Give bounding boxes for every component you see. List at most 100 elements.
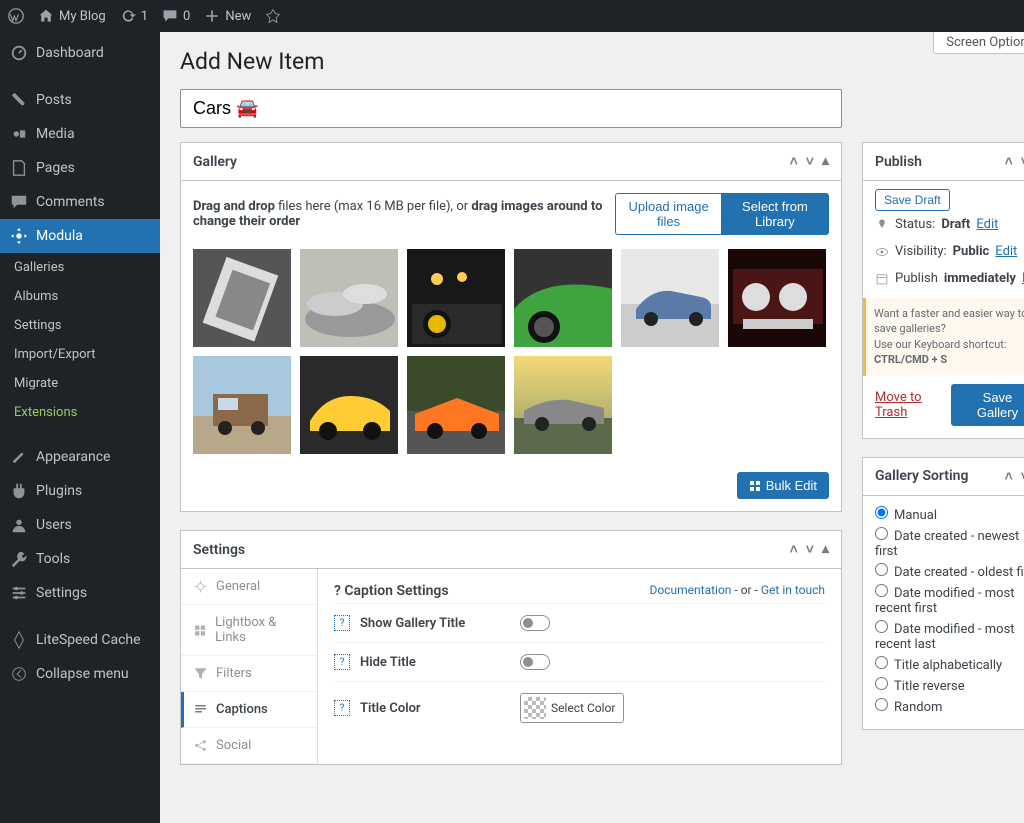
save-gallery-button[interactable]: Save Gallery	[951, 384, 1024, 426]
caret-up-icon[interactable]: ▴	[822, 153, 829, 170]
show-title-toggle[interactable]	[520, 615, 550, 631]
select-library-button[interactable]: Select from Library	[722, 193, 829, 235]
gallery-thumb[interactable]	[300, 249, 398, 347]
get-in-touch-link[interactable]: Get in touch	[761, 583, 825, 597]
bulk-edit-button[interactable]: Bulk Edit	[737, 472, 829, 499]
calendar-icon	[875, 272, 889, 286]
sidebar-item-litespeed[interactable]: LiteSpeed Cache	[0, 623, 160, 657]
chevron-down-icon[interactable]: ˅	[806, 541, 814, 558]
gallery-thumb[interactable]	[300, 356, 398, 454]
gallery-thumb[interactable]	[621, 249, 719, 347]
sort-option[interactable]: Title alphabetically	[875, 654, 1024, 675]
settings-heading: Settings	[193, 542, 245, 558]
gallery-thumb[interactable]	[407, 249, 505, 347]
chevron-down-icon[interactable]: ˅	[806, 153, 814, 170]
sidebar-item-tools[interactable]: Tools	[0, 542, 160, 576]
help-icon[interactable]: ?	[334, 583, 341, 599]
page-title: Add New Item	[180, 48, 1024, 75]
sidebar-item-collapse[interactable]: Collapse menu	[0, 657, 160, 691]
upload-button[interactable]: Upload image files	[615, 193, 722, 235]
sort-option[interactable]: Date modified - most recent last	[875, 618, 1024, 654]
submenu-albums[interactable]: Albums	[0, 282, 160, 311]
sort-option[interactable]: Date modified - most recent first	[875, 582, 1024, 618]
caption-settings-heading: Caption Settings	[344, 583, 448, 599]
pin-icon	[875, 218, 889, 232]
chevron-up-icon[interactable]: ˄	[1005, 468, 1013, 485]
tab-filters[interactable]: Filters	[181, 656, 317, 692]
chevron-up-icon[interactable]: ˄	[790, 541, 798, 558]
new-label: New	[225, 9, 251, 24]
title-color-picker[interactable]: Select Color	[520, 693, 624, 723]
admin-sidemenu: Dashboard Posts Media Pages Comments Mod…	[0, 32, 160, 823]
hide-title-label: Hide Title	[360, 655, 510, 670]
tab-general[interactable]: General	[181, 569, 317, 605]
comments-link[interactable]: 0	[162, 8, 190, 24]
update-count: 1	[141, 9, 148, 24]
help-icon[interactable]: ?	[334, 654, 350, 670]
sidebar-item-dashboard[interactable]: Dashboard	[0, 36, 160, 70]
updates-link[interactable]: 1	[120, 8, 148, 24]
tab-social[interactable]: Social	[181, 728, 317, 764]
sidebar-item-appearance[interactable]: Appearance	[0, 440, 160, 474]
help-icon[interactable]: ?	[334, 615, 350, 631]
gallery-thumb[interactable]	[514, 249, 612, 347]
sidebar-item-comments[interactable]: Comments	[0, 185, 160, 219]
wp-logo[interactable]	[8, 8, 24, 24]
publish-heading: Publish	[875, 154, 922, 170]
gallery-thumb[interactable]	[514, 356, 612, 454]
main-content: Screen Options ▾ Add New Item Gallery ˄ …	[160, 32, 1024, 823]
submenu-galleries[interactable]: Galleries	[0, 253, 160, 282]
documentation-link[interactable]: Documentation	[650, 583, 732, 597]
site-link[interactable]: My Blog	[38, 8, 106, 24]
sorting-box: Gallery Sorting ˄˅▴ Manual Date created …	[862, 457, 1024, 730]
sort-option[interactable]: Manual	[875, 504, 1024, 525]
item-title-input[interactable]	[180, 89, 842, 128]
publish-box: Publish ˄˅▴ Save Draft Status: Draft Edi…	[862, 142, 1024, 439]
sort-option[interactable]: Date created - newest first	[875, 525, 1024, 561]
chevron-up-icon[interactable]: ˄	[1005, 153, 1013, 170]
gallery-thumb[interactable]	[193, 249, 291, 347]
show-title-label: Show Gallery Title	[360, 616, 510, 631]
settings-box: Settings ˄ ˅ ▴ General Lightbox & Links …	[180, 530, 842, 765]
sidebar-item-plugins[interactable]: Plugins	[0, 474, 160, 508]
gallery-heading: Gallery	[193, 154, 237, 170]
settings-doc-links: Documentation - or - Get in touch	[650, 583, 825, 597]
sidebar-item-users[interactable]: Users	[0, 508, 160, 542]
sort-option[interactable]: Random	[875, 696, 1024, 717]
submenu-extensions[interactable]: Extensions	[0, 398, 160, 427]
gallery-thumb[interactable]	[728, 249, 826, 347]
edit-visibility-link[interactable]: Edit	[995, 244, 1017, 259]
gallery-hint: Drag and drop files here (max 16 MB per …	[193, 199, 615, 229]
new-link[interactable]: New	[204, 8, 251, 24]
tab-captions[interactable]: Captions	[181, 692, 317, 728]
chevron-up-icon[interactable]: ˄	[790, 153, 798, 170]
gallery-thumb[interactable]	[193, 356, 291, 454]
tab-lightbox[interactable]: Lightbox & Links	[181, 605, 317, 656]
sidebar-item-posts[interactable]: Posts	[0, 83, 160, 117]
sidebar-item-pages[interactable]: Pages	[0, 151, 160, 185]
color-swatch-icon	[524, 697, 546, 719]
sidebar-item-media[interactable]: Media	[0, 117, 160, 151]
edit-status-link[interactable]: Edit	[976, 217, 998, 232]
save-draft-button[interactable]: Save Draft	[875, 189, 950, 211]
gallery-box: Gallery ˄ ˅ ▴ Drag and drop files here (…	[180, 142, 842, 512]
gallery-thumbs	[193, 249, 829, 454]
hide-title-toggle[interactable]	[520, 654, 550, 670]
submenu-import-export[interactable]: Import/Export	[0, 340, 160, 369]
sidebar-item-modula[interactable]: Modula	[0, 219, 160, 253]
sorting-radio-list: Manual Date created - newest first Date …	[863, 496, 1024, 729]
sidebar-item-settings[interactable]: Settings	[0, 576, 160, 610]
submenu-settings[interactable]: Settings	[0, 311, 160, 340]
admin-bar: My Blog 1 0 New	[0, 0, 1024, 32]
publish-tip: Want a faster and easier way to save gal…	[863, 298, 1024, 376]
screen-options-toggle[interactable]: Screen Options ▾	[933, 32, 1024, 54]
sort-option[interactable]: Title reverse	[875, 675, 1024, 696]
caret-up-icon[interactable]: ▴	[822, 541, 829, 558]
sort-option[interactable]: Date created - oldest first	[875, 561, 1024, 582]
gallery-thumb[interactable]	[407, 356, 505, 454]
submenu-migrate[interactable]: Migrate	[0, 369, 160, 398]
help-icon[interactable]: ?	[334, 700, 350, 716]
comment-count: 0	[183, 9, 190, 24]
extra-icon[interactable]	[265, 8, 281, 24]
move-to-trash-link[interactable]: Move to Trash	[875, 390, 951, 420]
